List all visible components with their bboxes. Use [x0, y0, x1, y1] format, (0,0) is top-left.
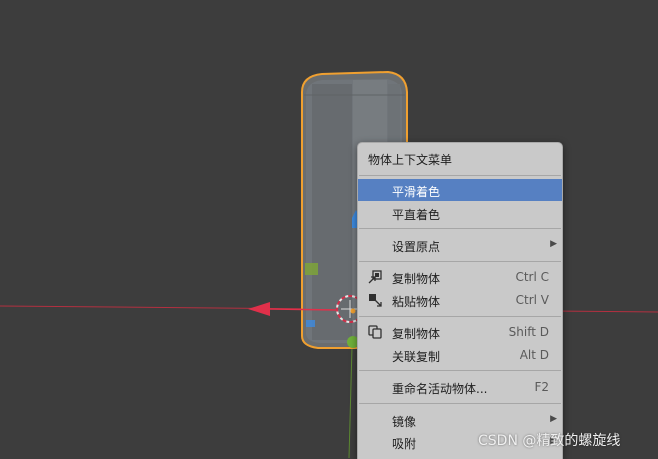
origin-point — [350, 308, 356, 314]
menu-item-label: 关联复制 — [392, 350, 441, 364]
menu-item-label: 复制物体 — [392, 327, 441, 341]
menu-item-paste-objects[interactable]: 粘贴物体 Ctrl V — [358, 289, 562, 311]
xy-plane-gizmo-handle[interactable] — [306, 320, 315, 327]
menu-separator — [359, 228, 561, 229]
menu-item-rename-active[interactable]: 重命名活动物体... F2 — [358, 376, 562, 398]
menu-item-shortcut: Ctrl C — [515, 270, 549, 284]
menu-item-shortcut: F2 — [534, 380, 549, 394]
menu-separator — [359, 370, 561, 371]
menu-item-shortcut: Alt D — [519, 348, 549, 362]
menu-item-shortcut: Ctrl V — [515, 293, 549, 307]
menu-item-set-origin[interactable]: 设置原点 ▶ — [358, 234, 562, 256]
menu-separator — [359, 175, 561, 176]
duplicate-icon — [367, 324, 383, 340]
menu-item-label: 复制物体 — [392, 272, 441, 286]
menu-item-label: 镜像 — [392, 415, 417, 429]
menu-item-label: 设置原点 — [392, 240, 441, 254]
menu-item-copy-objects[interactable]: 复制物体 Ctrl C — [358, 266, 562, 288]
menu-item-label: 平滑着色 — [392, 185, 441, 199]
menu-item-label: 粘贴物体 — [392, 295, 441, 309]
menu-item-shade-flat[interactable]: 平直着色 — [358, 202, 562, 224]
object-context-menu: 物体上下文菜单 平滑着色 平直着色 设置原点 ▶ 复制物体 Ctrl C 粘贴物… — [357, 142, 563, 459]
yz-plane-gizmo-handle[interactable] — [305, 263, 318, 275]
menu-separator — [359, 403, 561, 404]
menu-item-mirror[interactable]: 镜像 ▶ — [358, 409, 562, 431]
menu-title: 物体上下文菜单 — [368, 153, 453, 167]
menu-item-duplicate-linked[interactable]: 关联复制 Alt D — [358, 344, 562, 366]
menu-item-shade-smooth[interactable]: 平滑着色 — [358, 179, 562, 201]
menu-item-label: 平直着色 — [392, 208, 441, 222]
x-gizmo-arrow[interactable] — [248, 302, 270, 316]
copy-object-icon — [367, 269, 383, 285]
menu-separator — [359, 261, 561, 262]
watermark: CSDN @精致的螺旋线 — [478, 433, 621, 449]
submenu-arrow-icon: ▶ — [550, 414, 557, 424]
menu-item-duplicate-objects[interactable]: 复制物体 Shift D — [358, 321, 562, 343]
menu-item-shortcut: Shift D — [508, 325, 549, 339]
paste-object-icon — [367, 292, 383, 308]
menu-item-label: 吸附 — [392, 437, 417, 451]
menu-separator — [359, 316, 561, 317]
menu-item-label: 重命名活动物体... — [392, 382, 488, 396]
submenu-arrow-icon: ▶ — [550, 239, 557, 249]
